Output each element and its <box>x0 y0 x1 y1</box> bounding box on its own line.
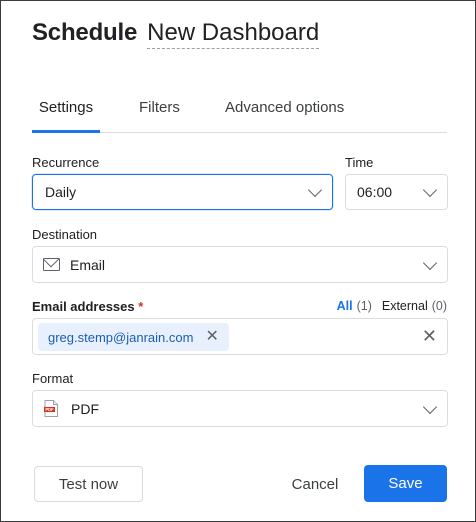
destination-value: Email <box>70 256 106 273</box>
time-label: Time <box>345 155 374 170</box>
filter-all-link[interactable]: All <box>337 299 353 313</box>
filter-all-count: (1) <box>356 299 372 313</box>
tab-filters[interactable]: Filters <box>139 97 180 132</box>
tab-settings-label: Settings <box>38 99 94 116</box>
destination-label: Destination <box>32 227 98 242</box>
save-button[interactable]: Save <box>364 465 447 502</box>
filter-external-count: (0) <box>431 299 447 313</box>
recurrence-select[interactable]: Daily <box>32 174 333 210</box>
time-select[interactable]: 06:00 <box>345 174 448 210</box>
chevron-down-icon <box>422 255 438 270</box>
format-select[interactable]: PDF PDF <box>32 390 448 427</box>
format-label: Format <box>32 371 74 386</box>
tab-filters-label: Filters <box>139 99 180 116</box>
tab-settings[interactable]: Settings <box>32 97 100 133</box>
email-chip: greg.stemp@janrain.com ✕ <box>38 323 229 351</box>
pdf-file-icon: PDF <box>44 400 58 417</box>
svg-text:PDF: PDF <box>45 407 54 412</box>
tab-advanced-options[interactable]: Advanced options <box>225 97 344 132</box>
recipient-filter: All (1) External (0) <box>337 299 447 313</box>
mail-icon <box>43 258 60 271</box>
format-value: PDF <box>71 400 99 417</box>
email-chip-text: greg.stemp@janrain.com <box>48 329 194 345</box>
test-now-button[interactable]: Test now <box>34 466 143 502</box>
chevron-down-icon <box>422 182 438 198</box>
dialog: Schedule New Dashboard Settings Filters … <box>0 0 476 522</box>
tab-bar: Settings Filters Advanced options <box>32 97 447 133</box>
email-addresses-label: Email addresses * <box>32 299 143 314</box>
chevron-down-icon <box>422 399 438 414</box>
filter-external-link[interactable]: External <box>382 299 428 313</box>
dashboard-name-field[interactable]: New Dashboard <box>147 19 320 49</box>
tab-advanced-options-label: Advanced options <box>225 99 345 116</box>
email-addresses-label-text: Email addresses <box>32 299 135 314</box>
required-marker: * <box>138 299 144 314</box>
remove-chip-icon[interactable]: ✕ <box>205 329 218 345</box>
recurrence-label: Recurrence <box>32 155 100 170</box>
chevron-down-icon <box>307 182 323 198</box>
title-prefix: Schedule <box>32 19 138 46</box>
cancel-button[interactable]: Cancel <box>276 466 354 502</box>
time-value: 06:00 <box>357 184 393 200</box>
clear-emails-icon[interactable]: ✕ <box>422 327 437 345</box>
dialog-title: Schedule New Dashboard <box>32 19 320 49</box>
email-addresses-input[interactable]: greg.stemp@janrain.com ✕ ✕ <box>32 318 448 355</box>
destination-select[interactable]: Email <box>32 246 448 283</box>
recurrence-value: Daily <box>45 184 77 200</box>
